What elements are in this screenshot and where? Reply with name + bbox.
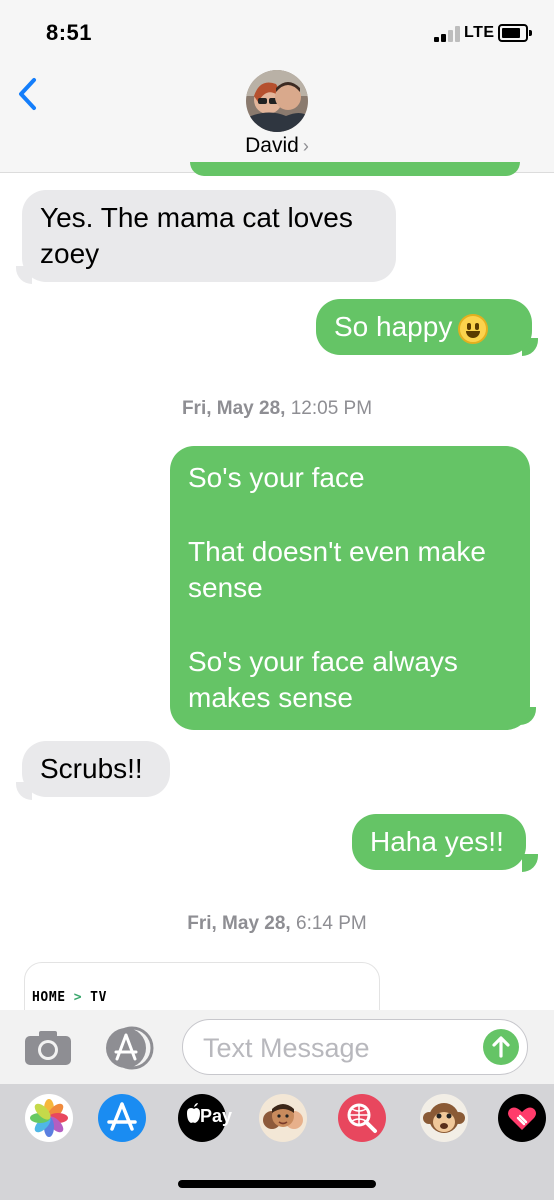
- heart-touch-icon: [508, 1107, 536, 1130]
- message-text: Haha yes!!: [370, 826, 504, 857]
- text-message-field[interactable]: [182, 1019, 528, 1075]
- message-input[interactable]: [201, 1030, 475, 1066]
- previous-message-bubble-edge: [190, 162, 520, 176]
- app-store-icon[interactable]: [98, 1094, 146, 1142]
- breadcrumb-separator: >: [73, 990, 83, 1005]
- message-text: Yes. The mama cat loves zoey: [40, 202, 353, 269]
- digital-touch-icon[interactable]: [498, 1094, 546, 1142]
- send-button[interactable]: [483, 1029, 519, 1065]
- timestamp-day: Fri, May 28,: [181, 398, 286, 419]
- apple-pay-icon[interactable]: Pay: [178, 1094, 232, 1142]
- monkey-face-icon: [423, 1103, 465, 1133]
- home-indicator[interactable]: [178, 1180, 376, 1188]
- app-store-glyph-icon: [107, 1102, 137, 1131]
- incoming-message[interactable]: Yes. The mama cat loves zoey: [22, 190, 396, 282]
- contact-name-button[interactable]: David ›: [0, 134, 554, 158]
- message-paragraph: That doesn't even make sense: [188, 536, 486, 603]
- timestamp-divider: Fri, May 28, 6:14 PM: [0, 913, 554, 935]
- network-type: LTE: [464, 24, 495, 41]
- outgoing-message[interactable]: So's your face That doesn't even make se…: [170, 446, 530, 730]
- contact-name: David: [245, 134, 299, 157]
- app-store-apps-button[interactable]: [104, 1026, 154, 1070]
- timestamp-day: Fri, May 28,: [187, 913, 291, 934]
- signal-strength-icon: [434, 24, 464, 42]
- incoming-message[interactable]: Scrubs!!: [22, 741, 170, 797]
- web-search-icon[interactable]: [338, 1094, 386, 1142]
- globe-magnifier-icon: [347, 1103, 377, 1133]
- link-preview-breadcrumb: HOME > TV: [32, 990, 107, 1005]
- outgoing-message[interactable]: Haha yes!!: [352, 814, 526, 870]
- breadcrumb-home: HOME: [32, 990, 66, 1005]
- status-time: 8:51: [46, 20, 93, 45]
- memoji-stickers-icon[interactable]: [259, 1094, 307, 1142]
- chevron-right-icon: ›: [302, 136, 309, 156]
- arrow-up-icon: [492, 1036, 510, 1058]
- camera-icon: [25, 1031, 71, 1065]
- memoji-faces-icon: [263, 1104, 303, 1129]
- outgoing-message[interactable]: So happy: [316, 299, 532, 355]
- chevron-left-icon: [19, 78, 36, 110]
- photos-flower-icon: [30, 1099, 68, 1137]
- bubble-tail: [522, 854, 538, 872]
- camera-button[interactable]: [24, 1030, 72, 1066]
- contact-avatar[interactable]: [246, 70, 308, 132]
- back-button[interactable]: [14, 74, 44, 114]
- grinning-face-emoji-icon: [458, 313, 489, 344]
- app-store-icon: [106, 1026, 154, 1070]
- photos-app-icon[interactable]: [25, 1094, 73, 1142]
- message-paragraph: So's your face always makes sense: [188, 646, 458, 713]
- message-text: Scrubs!!: [40, 753, 143, 784]
- timestamp-divider: Fri, May 28, 12:05 PM: [0, 398, 554, 420]
- message-paragraph: So's your face: [188, 462, 365, 493]
- battery-icon: [498, 24, 532, 42]
- timestamp-time: 12:05 PM: [285, 398, 373, 419]
- breadcrumb-section: TV: [90, 990, 108, 1005]
- timestamp-time: 6:14 PM: [290, 913, 367, 934]
- apple-pay-label: Pay: [200, 1106, 233, 1126]
- avatar-photo: [246, 70, 308, 132]
- animoji-monkey-icon[interactable]: [420, 1094, 468, 1142]
- message-text: So happy: [334, 311, 453, 342]
